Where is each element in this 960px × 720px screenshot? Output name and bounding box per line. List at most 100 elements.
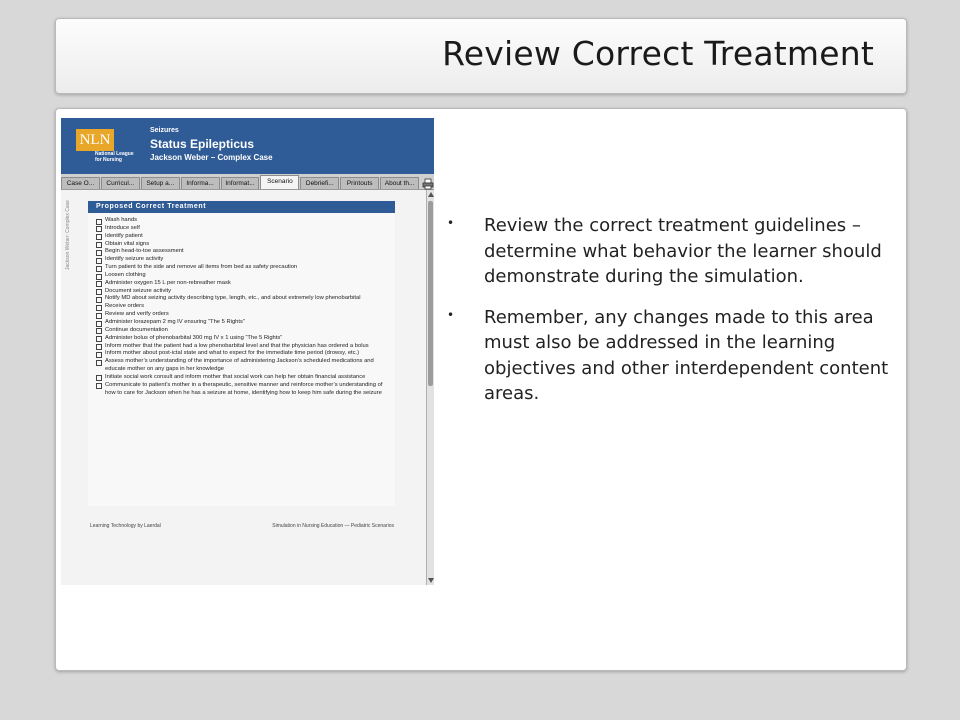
checklist-item: Loosen clothing [96, 272, 389, 280]
checklist-items: Wash hands Introduce self Identify patient… [88, 213, 395, 397]
checklist-item: Introduce self [96, 225, 389, 233]
checklist-item-text: Inform mother about post-ictal state and… [105, 350, 360, 357]
embedded-app-screenshot: NLN National League for Nursing Seizures… [61, 118, 434, 585]
nln-logo-subtext: National League for Nursing [95, 151, 134, 163]
checklist-item-text: Identify seizure activity [105, 256, 164, 263]
checkbox-icon [96, 344, 102, 351]
checklist-item: Begin head-to-toe assessment [96, 248, 389, 256]
checklist-item-text: Identify patient [105, 232, 143, 239]
checklist-item: Review and verify orders [96, 311, 389, 319]
case-subtitle: Jackson Weber – Complex Case [150, 153, 273, 162]
checklist-item: Administer bolus of phenobarbital 300 mg… [96, 335, 389, 343]
checklist-item: Document seizure activity [96, 288, 389, 296]
checkbox-icon [96, 312, 102, 319]
checklist-item-text: Initiate social work consult and inform … [105, 373, 366, 380]
tab-scenario[interactable]: Scenario [260, 175, 300, 189]
checkbox-icon [96, 304, 102, 311]
checklist-item: Initiate social work consult and inform … [96, 374, 389, 382]
checkbox-icon [96, 375, 102, 382]
tab-bar: Case O... Curricul... Setup a... Informa...… [61, 174, 434, 190]
title-panel: Review Correct Treatment [55, 18, 907, 94]
checkbox-icon [96, 297, 102, 304]
tab-about-th[interactable]: About th... [380, 177, 420, 189]
checklist-item: Identify seizure activity [96, 256, 389, 264]
checklist-item-text: Administer lorazepam 2 mg IV ensuring “T… [105, 318, 245, 325]
checkbox-icon [96, 320, 102, 327]
checkbox-icon [96, 249, 102, 256]
checkbox-icon [96, 359, 102, 366]
print-icon[interactable] [422, 177, 434, 190]
checklist-item: Administer lorazepam 2 mg IV ensuring “T… [96, 319, 389, 327]
scroll-up-arrow-icon[interactable] [428, 192, 434, 197]
tab-curricul[interactable]: Curricul... [100, 177, 140, 189]
bullet-item: • Remember, any changes made to this are… [441, 305, 901, 407]
checkbox-icon [96, 289, 102, 296]
bullet-text: Remember, any changes made to this area … [484, 306, 889, 405]
slide-title: Review Correct Treatment [442, 34, 874, 73]
doc-side-label: Jackson Weber: Complex Case [65, 200, 71, 270]
bullet-text: Review the correct treatment guidelines … [484, 215, 882, 287]
checklist-item: Notify MD about seizing activity describ… [96, 295, 389, 304]
checkbox-icon [96, 265, 102, 272]
checkbox-icon [96, 336, 102, 343]
scrollbar[interactable] [426, 190, 434, 585]
checklist-item: Inform mother about post-ictal state and… [96, 350, 389, 358]
checklist-item: Assess mother’s understanding of the imp… [96, 358, 389, 374]
checklist-item: Receive orders [96, 303, 389, 311]
tab-informa[interactable]: Informa... [180, 177, 220, 189]
checklist-item: Communicate to patient’s mother in a the… [96, 382, 389, 398]
checklist-item-text: Obtain vital signs [105, 240, 150, 247]
bullet-list: • Review the correct treatment guideline… [441, 213, 901, 422]
checklist-item: Obtain vital signs [96, 241, 389, 249]
scroll-down-arrow-icon[interactable] [428, 578, 434, 583]
checklist-item-text: Review and verify orders [105, 311, 169, 318]
scroll-thumb[interactable] [428, 201, 433, 386]
checklist-item: Inform mother that the patient had a low… [96, 343, 389, 351]
case-title: Status Epilepticus [150, 137, 255, 151]
tab-case-o[interactable]: Case O... [61, 177, 100, 189]
document-area: Jackson Weber: Complex Case Proposed Cor… [61, 190, 426, 585]
doc-footer-right: Simulation in Nursing Education — Pediat… [272, 523, 394, 529]
checkbox-icon [96, 328, 102, 335]
checkbox-icon [96, 226, 102, 233]
checkbox-icon [96, 351, 102, 358]
checklist-item-text: Document seizure activity [105, 287, 172, 294]
checklist-item-text: Administer oxygen 15 L per non-rebreathe… [105, 279, 231, 286]
doc-footer-left: Learning Technology by Laerdal [90, 523, 161, 529]
bullet-dot: • [447, 307, 455, 322]
content-panel: NLN National League for Nursing Seizures… [55, 108, 907, 671]
checkbox-icon [96, 273, 102, 280]
checklist-item-text: Administer bolus of phenobarbital 300 mg… [105, 334, 283, 341]
tab-printouts[interactable]: Printouts [340, 177, 380, 189]
checklist-heading: Proposed Correct Treatment [88, 201, 395, 213]
tab-informat[interactable]: Informat... [220, 177, 260, 189]
checklist-item: Continue documentation [96, 327, 389, 335]
checklist-item-text: Assess mother’s understanding of the imp… [105, 358, 374, 373]
checklist-item-text: Notify MD about seizing activity describ… [105, 295, 361, 302]
bullet-item: • Review the correct treatment guideline… [441, 213, 901, 290]
checklist-item-text: Wash hands [105, 217, 138, 223]
checklist-item: Turn patient to the side and remove all … [96, 264, 389, 272]
nln-logo: NLN [76, 129, 114, 151]
checkbox-icon [96, 234, 102, 241]
checkbox-icon [96, 281, 102, 288]
checklist-item: Administer oxygen 15 L per non-rebreathe… [96, 280, 389, 288]
checkbox-icon [96, 383, 102, 390]
checklist-item-text: Begin head-to-toe assessment [105, 248, 184, 255]
checkbox-icon [96, 218, 102, 225]
checklist-item: Identify patient [96, 233, 389, 241]
checkbox-icon [96, 257, 102, 264]
checklist-item-text: Receive orders [105, 303, 144, 310]
checklist-item-text: Turn patient to the side and remove all … [105, 264, 298, 271]
checkbox-icon [96, 242, 102, 249]
treatment-checklist: Proposed Correct Treatment Wash hands Int… [88, 201, 395, 506]
tab-setup-a[interactable]: Setup a... [140, 177, 180, 189]
checklist-item: Wash hands [96, 217, 389, 225]
checklist-item-text: Communicate to patient’s mother in a the… [105, 381, 383, 396]
app-header: NLN National League for Nursing Seizures… [61, 118, 434, 174]
tab-debriefi[interactable]: Debriefi... [300, 177, 340, 189]
bullet-dot: • [447, 216, 455, 230]
checklist-item-text: Continue documentation [105, 326, 168, 333]
checklist-item-text: Inform mother that the patient had a low… [105, 342, 369, 349]
checklist-item-text: Loosen clothing [105, 271, 146, 278]
